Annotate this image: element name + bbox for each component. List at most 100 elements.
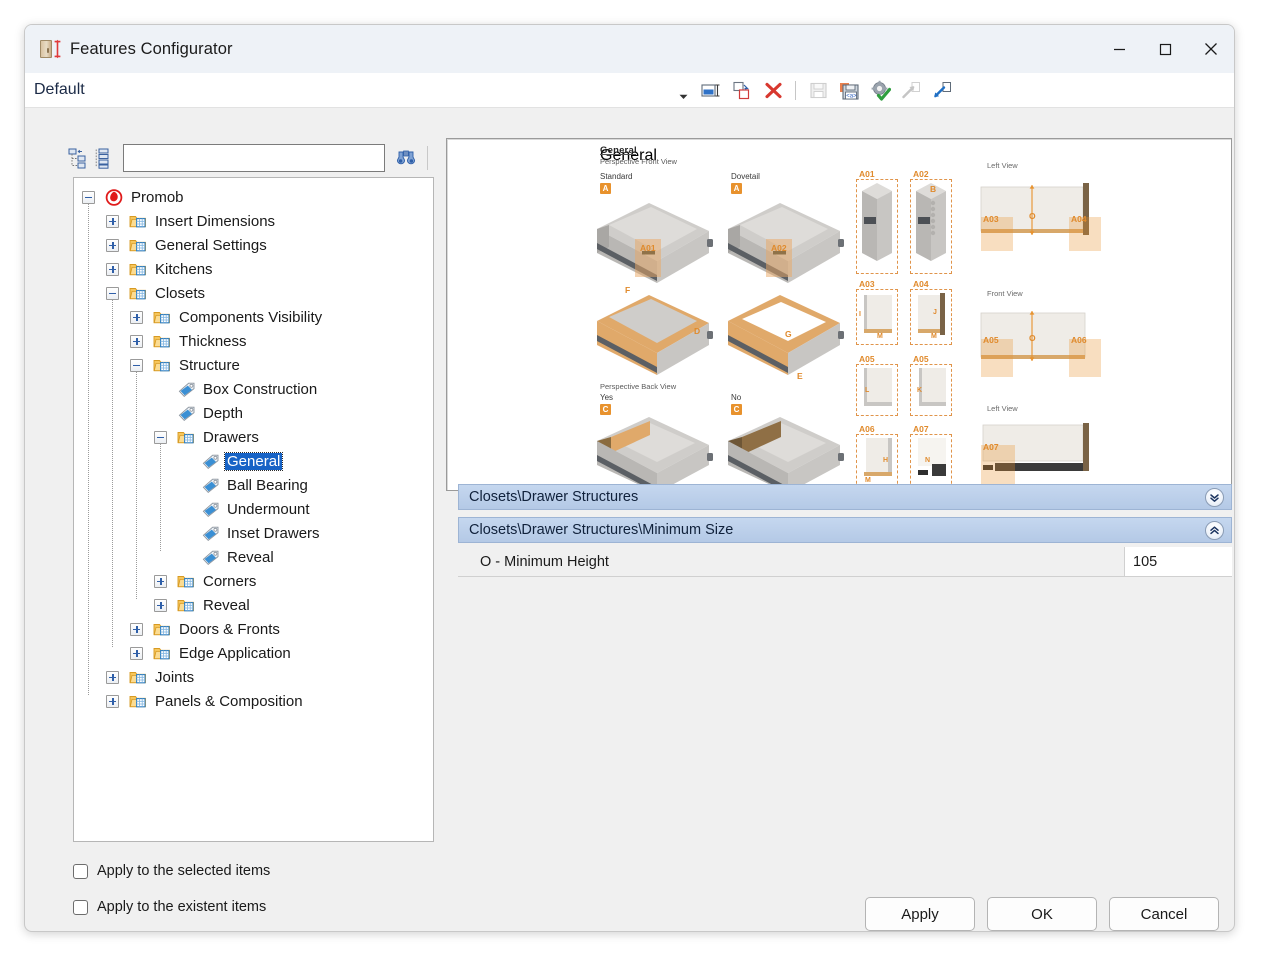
tree-item-panels-composition[interactable]: Panels & Composition xyxy=(74,689,433,713)
tree-item-label: Promob xyxy=(131,188,184,206)
gear-check-icon[interactable] xyxy=(866,77,894,105)
property-group-header-1[interactable]: Closets\Drawer Structures xyxy=(458,484,1232,510)
tree-item-doors-fronts[interactable]: Doors & Fronts xyxy=(74,617,433,641)
expand-toggle-icon[interactable] xyxy=(106,670,119,684)
chevron-down-icon[interactable] xyxy=(679,87,688,105)
drawer-tag-g: G xyxy=(785,329,792,339)
feature-tree[interactable]: Promob Insert Dimensions General Settings K… xyxy=(73,177,434,842)
expand-toggle-icon[interactable] xyxy=(106,238,119,252)
expand-toggle-icon[interactable] xyxy=(106,214,119,228)
tree-toolbar xyxy=(65,140,437,176)
folder-table-icon xyxy=(153,621,172,638)
drawer-render-mid-left xyxy=(597,295,713,375)
back-view-option-yes: Yes xyxy=(600,393,614,402)
tree-item-reveal[interactable]: Reveal xyxy=(74,545,433,569)
tree-item-label: Insert Dimensions xyxy=(155,212,276,230)
tree-item-depth[interactable]: Depth xyxy=(74,401,433,425)
expand-toggle-icon[interactable] xyxy=(130,334,143,348)
tree-item-label: Thickness xyxy=(179,332,247,350)
tree-connector xyxy=(136,371,137,599)
tree-item-corners[interactable]: Corners xyxy=(74,569,433,593)
chevron-double-up-icon[interactable] xyxy=(1205,521,1224,540)
expand-tree-icon[interactable] xyxy=(91,145,117,171)
copy-icon[interactable] xyxy=(728,77,756,105)
tree-item-promob[interactable]: Promob xyxy=(74,185,433,209)
maximize-button[interactable] xyxy=(1142,25,1188,73)
apply-existent-row[interactable]: Apply to the existent items xyxy=(73,899,266,915)
rename-icon[interactable] xyxy=(697,77,725,105)
tree-item-inset-drawers[interactable]: Inset Drawers xyxy=(74,521,433,545)
tree-item-label: Reveal xyxy=(203,596,250,614)
collapse-toggle-icon[interactable] xyxy=(82,190,95,204)
tree-item-drawers[interactable]: Drawers xyxy=(74,425,433,449)
import-arrow-icon[interactable] xyxy=(928,77,956,105)
tree-guide xyxy=(167,437,177,438)
tree-item-structure[interactable]: Structure xyxy=(74,353,433,377)
tree-item-reveal[interactable]: Reveal xyxy=(74,593,433,617)
expand-toggle-icon[interactable] xyxy=(154,598,167,612)
search-input[interactable] xyxy=(123,144,385,172)
tree-item-undermount[interactable]: Undermount xyxy=(74,497,433,521)
expand-toggle-icon[interactable] xyxy=(154,574,167,588)
tree-item-general[interactable]: General xyxy=(74,449,433,473)
binoculars-icon[interactable] xyxy=(391,145,421,171)
property-row-minimum-height[interactable]: O - Minimum Height 105 xyxy=(458,547,1232,577)
collapse-toggle-icon[interactable] xyxy=(106,286,119,300)
tree-connector xyxy=(160,443,161,551)
tree-item-thickness[interactable]: Thickness xyxy=(74,329,433,353)
configuration-toolbar: <a> xyxy=(697,73,956,108)
drawer-type-code-dovetail: A xyxy=(731,183,742,194)
callout-tag-a04: A04 xyxy=(913,279,929,289)
property-group-header-2[interactable]: Closets\Drawer Structures\Minimum Size xyxy=(458,517,1232,543)
tree-item-label: Kitchens xyxy=(155,260,213,278)
callout-note-h: H xyxy=(883,457,889,464)
tree-item-ball-bearing[interactable]: Ball Bearing xyxy=(74,473,433,497)
tree-guide xyxy=(191,485,201,486)
tree-guide xyxy=(95,197,105,198)
back-view-code-no: C xyxy=(731,404,742,415)
expand-toggle-icon[interactable] xyxy=(130,622,143,636)
expand-toggle-icon[interactable] xyxy=(106,262,119,276)
apply-selected-row[interactable]: Apply to the selected items xyxy=(73,863,270,879)
property-group-title-2: Closets\Drawer Structures\Minimum Size xyxy=(469,522,734,538)
close-button[interactable] xyxy=(1188,25,1234,73)
delete-x-icon[interactable] xyxy=(759,77,787,105)
ok-button[interactable]: OK xyxy=(987,897,1097,931)
tree-item-insert-dimensions[interactable]: Insert Dimensions xyxy=(74,209,433,233)
minimize-button[interactable] xyxy=(1096,25,1142,73)
cabinet-dimension-icon xyxy=(39,38,61,60)
tree-item-joints[interactable]: Joints xyxy=(74,665,433,689)
features-configurator-window: Features Configurator Default <a> Promob… xyxy=(24,24,1235,932)
tree-guide xyxy=(119,221,129,222)
tree-item-edge-application[interactable]: Edge Application xyxy=(74,641,433,665)
property-value-field[interactable]: 105 xyxy=(1124,547,1232,576)
tree-item-label: Closets xyxy=(155,284,206,302)
profile-combobox[interactable]: Default xyxy=(34,81,85,99)
tree-item-closets[interactable]: Closets xyxy=(74,281,433,305)
tree-item-components-visibility[interactable]: Components Visibility xyxy=(74,305,433,329)
window-title: Features Configurator xyxy=(70,39,233,58)
tree-item-general-settings[interactable]: General Settings xyxy=(74,233,433,257)
collapse-toggle-icon[interactable] xyxy=(154,430,167,444)
apply-existent-checkbox[interactable] xyxy=(73,899,88,915)
expand-toggle-icon[interactable] xyxy=(106,694,119,708)
expand-toggle-icon[interactable] xyxy=(130,646,143,660)
apply-button[interactable]: Apply xyxy=(865,897,975,931)
property-group-title-1: Closets\Drawer Structures xyxy=(469,489,639,505)
tree-item-box-construction[interactable]: Box Construction xyxy=(74,377,433,401)
chevron-double-down-icon[interactable] xyxy=(1205,488,1224,507)
collapse-toggle-icon[interactable] xyxy=(130,358,143,372)
save-xml-icon[interactable]: <a> xyxy=(835,77,863,105)
folder-table-icon xyxy=(153,333,172,350)
collapse-tree-icon[interactable] xyxy=(65,145,91,171)
apply-selected-checkbox[interactable] xyxy=(73,863,88,879)
drawer-tag-a02: A02 xyxy=(771,243,787,253)
tree-item-kitchens[interactable]: Kitchens xyxy=(74,257,433,281)
expand-toggle-icon[interactable] xyxy=(130,310,143,324)
tree-item-label: Edge Application xyxy=(179,644,291,662)
cancel-button[interactable]: Cancel xyxy=(1109,897,1219,931)
tree-item-label: Components Visibility xyxy=(179,308,323,326)
